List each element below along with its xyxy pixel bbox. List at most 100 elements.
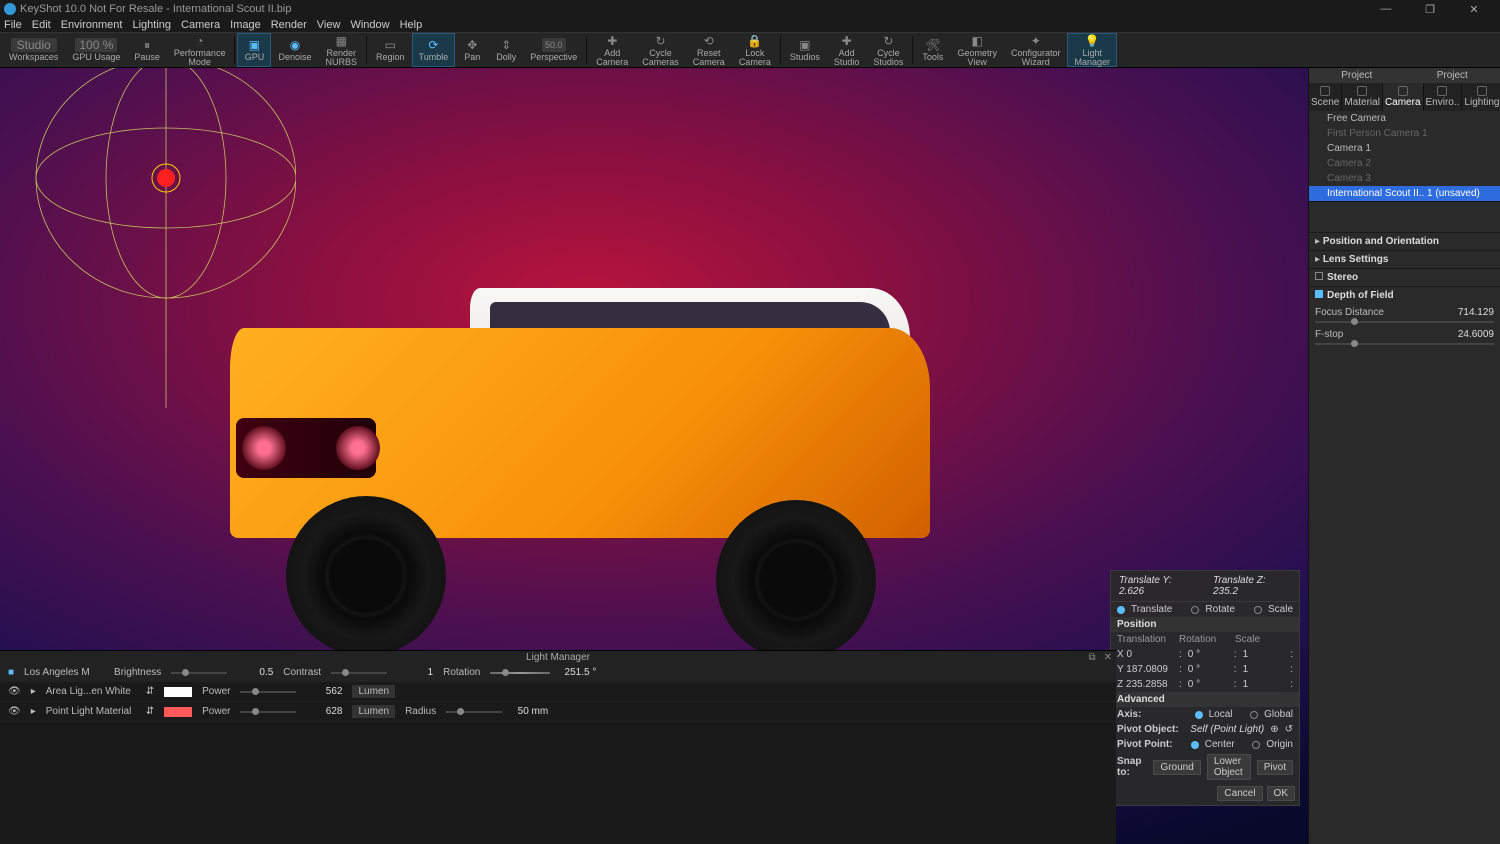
menu-image[interactable]: Image [230, 19, 261, 31]
close-panel-icon[interactable]: ✕ [1104, 652, 1112, 663]
expand-icon[interactable]: ▸ [31, 686, 36, 697]
dof-checkbox[interactable] [1315, 290, 1323, 298]
tools-button[interactable]: 🛠Tools [915, 33, 950, 67]
camera-item[interactable]: Camera 3 [1309, 171, 1500, 186]
denoise-button[interactable]: ◉Denoise [271, 33, 318, 67]
undock-icon[interactable]: ⧉ [1088, 652, 1095, 663]
close-button[interactable]: ✕ [1452, 0, 1496, 18]
tab-camera[interactable]: Camera [1383, 83, 1424, 111]
expand-icon[interactable]: ▸ [31, 706, 36, 717]
menu-window[interactable]: Window [350, 19, 389, 31]
camera-item[interactable]: Camera 1 [1309, 141, 1500, 156]
mode-rotate-radio[interactable] [1191, 606, 1199, 614]
light-name-1[interactable]: Area Lig...en White [46, 686, 136, 697]
menu-view[interactable]: View [317, 19, 341, 31]
pivot-origin-radio[interactable] [1252, 741, 1260, 749]
menu-edit[interactable]: Edit [32, 19, 51, 31]
menu-camera[interactable]: Camera [181, 19, 220, 31]
gpu-usage-button[interactable]: 100 %GPU Usage [65, 33, 127, 67]
cycle-cameras-button[interactable]: ↻Cycle Cameras [635, 33, 686, 67]
tab-material[interactable]: Material [1342, 83, 1383, 111]
light-manager-button[interactable]: 💡Light Manager [1067, 33, 1117, 67]
mode-scale-radio[interactable] [1254, 606, 1262, 614]
studios-button[interactable]: ▣Studios [783, 33, 827, 67]
axis-global-radio[interactable] [1250, 711, 1258, 719]
ok-button[interactable]: OK [1267, 786, 1295, 801]
lock-camera-button[interactable]: 🔒Lock Camera [732, 33, 778, 67]
visibility-toggle-icon[interactable]: 👁 [8, 706, 21, 717]
z-field[interactable]: Z 235.2858 [1117, 679, 1173, 690]
focus-distance-value[interactable]: 714.129 [1458, 307, 1494, 318]
camera-item[interactable]: First Person Camera 1 [1309, 126, 1500, 141]
gpu-button[interactable]: ▣GPU [237, 33, 271, 67]
dolly-icon: ⇕ [501, 38, 511, 52]
snap-lower-button[interactable]: Lower Object [1207, 754, 1251, 780]
axis-local-radio[interactable] [1195, 711, 1203, 719]
pause-button[interactable]: ⏸Pause [127, 33, 167, 67]
stereo-checkbox[interactable] [1315, 272, 1323, 280]
perspective-button[interactable]: 50.0Perspective [523, 33, 584, 67]
section-lens[interactable]: ▸ Lens Settings [1309, 250, 1500, 268]
section-stereo[interactable]: Stereo [1309, 268, 1500, 286]
performance-mode-button[interactable]: ◔Performance Mode [167, 33, 233, 67]
camera-item[interactable]: Free Camera [1309, 111, 1500, 126]
pan-button[interactable]: ✥Pan [455, 33, 489, 67]
rotation-slider[interactable] [490, 672, 550, 674]
pivot-center-radio[interactable] [1191, 741, 1199, 749]
radius-slider[interactable] [446, 711, 502, 713]
unit-select-1[interactable]: Lumen [352, 685, 395, 698]
menu-render[interactable]: Render [271, 19, 307, 31]
workspaces-button[interactable]: StudioWorkspaces [2, 33, 65, 67]
add-camera-button[interactable]: ✚Add Camera [589, 33, 635, 67]
translate-z-readout: Translate Z: 235.2 [1213, 575, 1291, 597]
pick-icon[interactable]: ⊕ [1270, 724, 1278, 735]
cancel-button[interactable]: Cancel [1217, 786, 1262, 801]
render-nurbs-button[interactable]: ▦Render NURBS [318, 33, 364, 67]
tab-lighting[interactable]: Lighting [1462, 83, 1500, 111]
env-name[interactable]: Los Angeles M [24, 667, 104, 678]
brightness-slider[interactable] [171, 672, 227, 674]
tab-scene[interactable]: Scene [1309, 83, 1342, 111]
fstop-slider[interactable] [1315, 343, 1494, 345]
section-dof[interactable]: Depth of Field [1309, 286, 1500, 304]
unit-select-2[interactable]: Lumen [352, 705, 395, 718]
link-icon[interactable]: ⇵ [146, 686, 154, 697]
add-studio-button[interactable]: ✚Add Studio [827, 33, 867, 67]
x-field[interactable]: X 0 [1117, 649, 1173, 660]
contrast-slider[interactable] [331, 672, 387, 674]
cycle-studios-button[interactable]: ↻Cycle Studios [866, 33, 910, 67]
viewport[interactable]: Translate Y: 2.626 Translate Z: 235.2 Tr… [0, 68, 1308, 844]
menu-lighting[interactable]: Lighting [132, 19, 171, 31]
mode-translate-radio[interactable] [1117, 606, 1125, 614]
link-icon[interactable]: ⇵ [146, 706, 154, 717]
light-name-2[interactable]: Point Light Material [46, 706, 136, 717]
region-button[interactable]: ▭Region [369, 33, 412, 67]
pivot-object-value[interactable]: Self (Point Light) [1185, 724, 1265, 735]
snap-ground-button[interactable]: Ground [1153, 760, 1200, 775]
minimize-button[interactable]: — [1364, 0, 1408, 18]
geometry-view-button[interactable]: ◧Geometry View [950, 33, 1004, 67]
power-slider-2[interactable] [240, 711, 296, 713]
visibility-toggle-icon[interactable]: 👁 [8, 686, 21, 697]
fstop-value[interactable]: 24.6009 [1458, 329, 1494, 340]
light-color-2[interactable] [164, 707, 192, 717]
section-position[interactable]: ▸ Position and Orientation [1309, 232, 1500, 250]
reset-camera-button[interactable]: ⟲Reset Camera [686, 33, 732, 67]
light-icon: 💡 [1085, 34, 1100, 48]
camera-item[interactable]: Camera 2 [1309, 156, 1500, 171]
menu-help[interactable]: Help [400, 19, 423, 31]
snap-pivot-button[interactable]: Pivot [1257, 760, 1293, 775]
power-slider-1[interactable] [240, 691, 296, 693]
reset-pivot-icon[interactable]: ↺ [1285, 724, 1293, 735]
camera-item-selected[interactable]: International Scout II.. 1 (unsaved) [1309, 186, 1500, 201]
dolly-button[interactable]: ⇕Dolly [489, 33, 523, 67]
menu-environment[interactable]: Environment [61, 19, 123, 31]
y-field[interactable]: Y 187.0809 [1117, 664, 1173, 675]
configurator-button[interactable]: ✦Configurator Wizard [1004, 33, 1068, 67]
focus-distance-slider[interactable] [1315, 321, 1494, 323]
maximize-button[interactable]: ❐ [1408, 0, 1452, 18]
tab-environment[interactable]: Enviro.. [1424, 83, 1463, 111]
menu-file[interactable]: File [4, 19, 22, 31]
light-color-1[interactable] [164, 687, 192, 697]
tumble-button[interactable]: ⟳Tumble [412, 33, 456, 67]
